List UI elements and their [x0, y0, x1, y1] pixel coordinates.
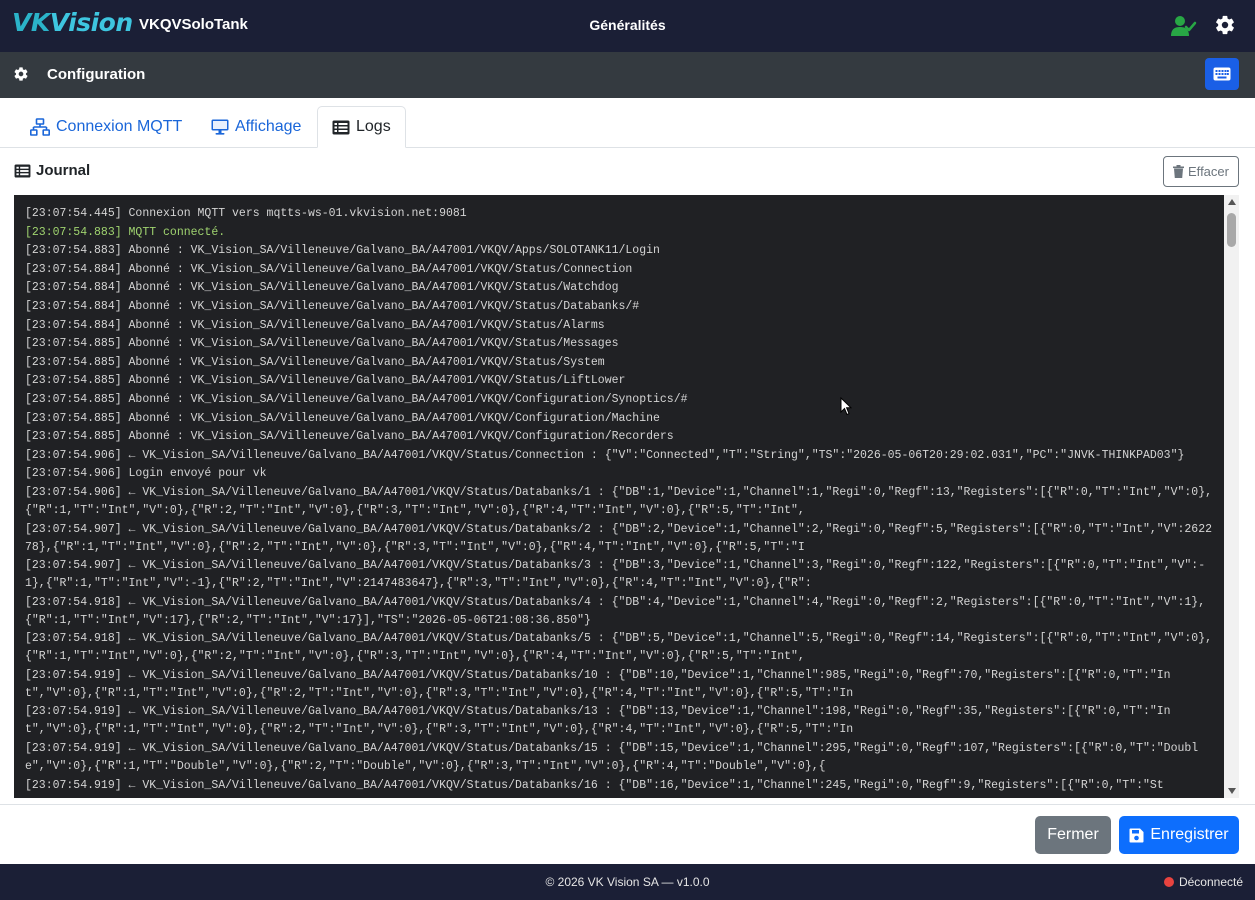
log-line: [23:07:54.907] ← VK_Vision_SA/Villeneuve…	[25, 522, 1212, 554]
status-bar: © 2026 VK Vision SA — v1.0.0 Déconnecté	[0, 864, 1255, 900]
connection-status: Déconnecté	[1163, 875, 1243, 889]
log-console[interactable]: [23:07:54.445] Connexion MQTT vers mqtts…	[14, 195, 1224, 798]
mouse-cursor-icon	[840, 397, 852, 416]
scroll-thumb[interactable]	[1227, 213, 1236, 247]
journal-title: Journal	[36, 162, 91, 179]
log-line: [23:07:54.906] ← VK_Vision_SA/Villeneuve…	[25, 485, 1212, 517]
log-line: [23:07:54.885] Abonné : VK_Vision_SA/Vil…	[25, 430, 674, 444]
save-icon	[1129, 828, 1144, 842]
log-line: [23:07:54.885] Abonné : VK_Vision_SA/Vil…	[25, 337, 619, 351]
log-scrollbar[interactable]	[1224, 195, 1239, 798]
connection-status-label: Déconnecté	[1178, 875, 1243, 889]
tab-label: Logs	[356, 118, 391, 135]
footer-divider	[0, 804, 1255, 805]
app-name: VKQVSoloTank	[139, 16, 248, 33]
log-line: [23:07:54.919] ← VK_Vision_SA/Villeneuve…	[25, 778, 1164, 792]
configuration-title: Configuration	[47, 66, 146, 83]
monitor-icon	[211, 119, 229, 135]
log-line: [23:07:54.906] ← VK_Vision_SA/Villeneuve…	[25, 448, 1185, 462]
logo-part-vision: Vision	[49, 8, 133, 37]
log-line: [23:07:54.884] Abonné : VK_Vision_SA/Vil…	[25, 318, 605, 332]
list-icon	[14, 163, 31, 178]
tab-connexion-mqtt[interactable]: Connexion MQTT	[16, 106, 196, 148]
vk-vision-logo: VKVision	[12, 8, 133, 38]
clear-label: Effacer	[1188, 164, 1229, 179]
save-label: Enregistrer	[1150, 826, 1229, 843]
log-line: [23:07:54.919] ← VK_Vision_SA/Villeneuve…	[25, 742, 1199, 774]
log-line: [23:07:54.885] Abonné : VK_Vision_SA/Vil…	[25, 411, 660, 425]
network-icon	[30, 118, 50, 136]
log-line: [23:07:54.884] Abonné : VK_Vision_SA/Vil…	[25, 299, 640, 313]
configuration-bar: Configuration	[0, 52, 1255, 98]
log-line: [23:07:54.884] Abonné : VK_Vision_SA/Vil…	[25, 281, 619, 295]
log-line: [23:07:54.919] ← VK_Vision_SA/Villeneuve…	[25, 705, 1171, 737]
log-line: [23:07:54.445] Connexion MQTT vers mqtts…	[25, 207, 467, 220]
log-line: [23:07:54.884] Abonné : VK_Vision_SA/Vil…	[25, 262, 633, 276]
keyboard-icon	[1213, 67, 1231, 81]
gear-icon	[13, 66, 29, 82]
log-line: [23:07:54.918] ← VK_Vision_SA/Villeneuve…	[25, 632, 1212, 664]
log-line: [23:07:54.919] ← VK_Vision_SA/Villeneuve…	[25, 668, 1171, 700]
log-lines: [23:07:54.445] Connexion MQTT vers mqtts…	[25, 205, 1217, 795]
trash-icon	[1173, 165, 1185, 178]
scroll-down-arrow-icon[interactable]	[1228, 788, 1236, 794]
tab-label: Connexion MQTT	[56, 118, 183, 135]
logo-part-vk: VK	[12, 8, 50, 37]
tab-logs[interactable]: Logs	[317, 106, 406, 148]
settings-tabs: Connexion MQTT Affichage Logs	[0, 98, 1255, 148]
status-dot-icon	[1163, 877, 1174, 887]
log-line: [23:07:54.883] Abonné : VK_Vision_SA/Vil…	[25, 244, 660, 258]
journal-header: Journal	[14, 162, 90, 179]
clear-log-button[interactable]: Effacer	[1163, 156, 1239, 187]
log-line: [23:07:54.885] Abonné : VK_Vision_SA/Vil…	[25, 392, 688, 406]
tab-label: Affichage	[235, 118, 302, 135]
log-line: [23:07:54.906] Login envoyé pour vk	[25, 467, 267, 481]
copyright-text: © 2026 VK Vision SA — v1.0.0	[545, 875, 710, 889]
list-icon	[332, 120, 350, 134]
log-line: [23:07:54.918] ← VK_Vision_SA/Villeneuve…	[25, 595, 1206, 627]
keyboard-button[interactable]	[1205, 58, 1239, 90]
log-line: [23:07:54.885] Abonné : VK_Vision_SA/Vil…	[25, 374, 626, 388]
save-button[interactable]: Enregistrer	[1119, 816, 1239, 854]
close-button[interactable]: Fermer	[1035, 816, 1111, 854]
log-line: [23:07:54.883] MQTT connecté.	[25, 225, 226, 239]
gear-icon[interactable]	[1214, 14, 1236, 36]
log-line: [23:07:54.885] Abonné : VK_Vision_SA/Vil…	[25, 355, 605, 369]
user-check-icon[interactable]	[1171, 14, 1197, 38]
tab-affichage[interactable]: Affichage	[197, 106, 315, 148]
scroll-up-arrow-icon[interactable]	[1228, 199, 1236, 205]
top-bar: VKVision VKQVSoloTank Généralités	[0, 0, 1255, 52]
log-line: [23:07:54.907] ← VK_Vision_SA/Villeneuve…	[25, 559, 1206, 591]
